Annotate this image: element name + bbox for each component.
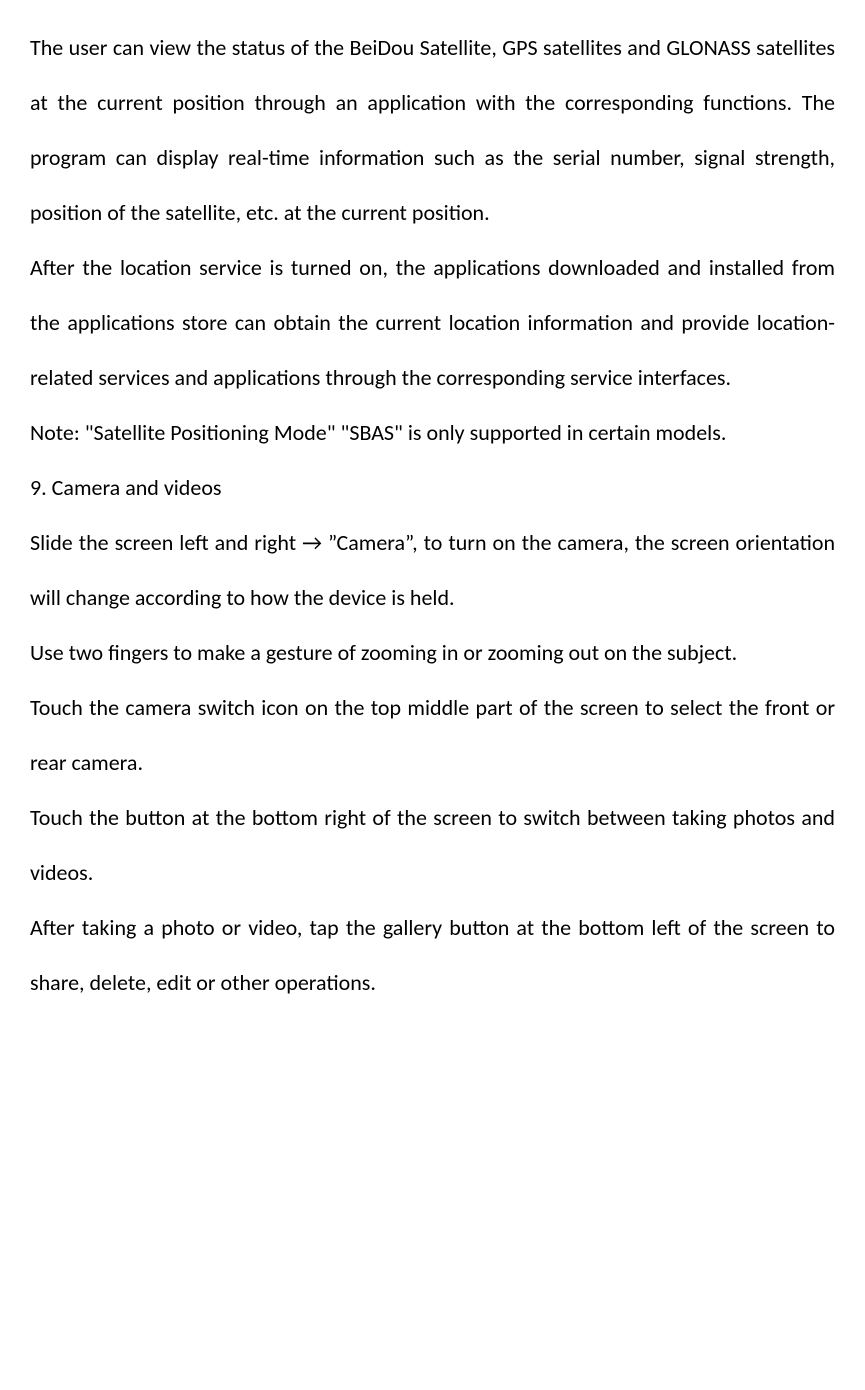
- paragraph-location-service: After the location service is turned on,…: [30, 240, 835, 405]
- paragraph-camera-slide: Slide the screen left and right → ”Camer…: [30, 515, 835, 625]
- heading-camera-videos: 9. Camera and videos: [30, 460, 835, 515]
- paragraph-camera-switch: Touch the camera switch icon on the top …: [30, 680, 835, 790]
- paragraph-zoom-gesture: Use two fingers to make a gesture of zoo…: [30, 625, 835, 680]
- paragraph-gallery-button: After taking a photo or video, tap the g…: [30, 900, 835, 1010]
- paragraph-photo-video-switch: Touch the button at the bottom right of …: [30, 790, 835, 900]
- paragraph-sbas-note: Note: "Satellite Positioning Mode" "SBAS…: [30, 405, 835, 460]
- text-slide-part1: Slide the screen left and right: [30, 529, 302, 556]
- arrow-right-icon: →: [302, 529, 322, 556]
- paragraph-satellite-status: The user can view the status of the BeiD…: [30, 20, 835, 240]
